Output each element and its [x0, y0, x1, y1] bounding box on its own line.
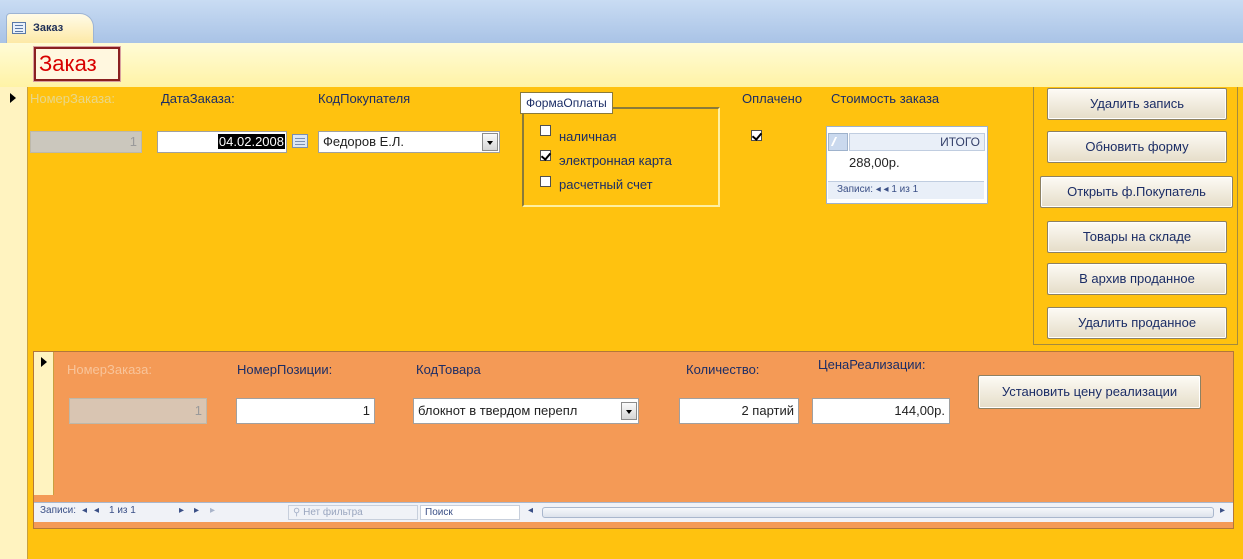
payment-account-label: расчетный счет — [559, 177, 653, 192]
delete-sold-button[interactable]: Удалить проданное — [1047, 307, 1227, 339]
order-date-label: ДатаЗаказа: — [161, 91, 235, 106]
refresh-form-button[interactable]: Обновить форму — [1047, 131, 1227, 163]
paid-label: Оплачено — [742, 91, 803, 106]
archive-sold-button[interactable]: В архив проданное — [1047, 263, 1227, 295]
chevron-down-icon[interactable] — [482, 133, 498, 151]
total-value: 288,00р. — [849, 155, 900, 170]
sale-price-label: ЦенаРеализации: — [818, 357, 926, 372]
product-combobox[interactable]: блокнот в твердом перепл — [413, 398, 639, 424]
payment-cash-label: наличная — [559, 129, 617, 144]
previous-record-button[interactable]: ◂ — [94, 505, 99, 516]
product-value: блокнот в твердом перепл — [418, 403, 578, 418]
horizontal-scrollbar[interactable]: ◂ ▸ — [526, 505, 1231, 520]
delete-record-button[interactable]: Удалить запись — [1047, 88, 1227, 120]
form-title: Заказ — [33, 46, 121, 82]
first-record-button[interactable]: ◂ — [82, 505, 87, 516]
payment-card-label: электронная карта — [559, 153, 672, 168]
last-record-button[interactable]: ▸ — [194, 505, 199, 516]
paid-checkbox[interactable] — [751, 130, 762, 141]
document-tab-strip — [0, 0, 1243, 43]
warehouse-goods-button[interactable]: Товары на складе — [1047, 221, 1227, 253]
form-icon — [12, 22, 26, 34]
open-customer-form-button[interactable]: Открыть ф.Покупатель — [1040, 176, 1233, 208]
payment-form-label: ФормаОплаты — [520, 92, 613, 114]
customer-combobox[interactable]: Федоров Е.Л. — [318, 131, 500, 153]
filter-icon: ⚲ — [293, 507, 304, 518]
records-label: Записи: — [40, 505, 76, 516]
subform-record-selector[interactable] — [828, 133, 848, 151]
sale-price-field[interactable]: 144,00р. — [812, 398, 950, 424]
product-code-label: КодТовара — [416, 362, 481, 377]
order-number-label: НомерЗаказа: — [30, 91, 115, 106]
customer-value: Федоров Е.Л. — [323, 134, 405, 149]
sub-order-number-label: НомерЗаказа: — [67, 362, 152, 377]
quantity-field[interactable]: 2 партий — [679, 398, 799, 424]
set-sale-price-button[interactable]: Установить цену реализации — [978, 375, 1201, 409]
filter-label: Нет фильтра — [303, 507, 363, 518]
calendar-icon[interactable] — [292, 134, 308, 148]
customer-code-label: КодПокупателя — [318, 91, 411, 106]
order-date-value: 04.02.2008 — [217, 134, 285, 149]
payment-cash-checkbox[interactable] — [540, 125, 551, 136]
scrollbar-thumb[interactable] — [542, 507, 1214, 518]
chevron-down-icon[interactable] — [621, 402, 637, 420]
record-position[interactable]: 1 из 1 — [109, 505, 136, 516]
filter-indicator[interactable]: ⚲ Нет фильтра — [288, 505, 418, 520]
total-column-header: ИТОГО — [849, 133, 985, 151]
scroll-left-icon[interactable]: ◂ — [528, 505, 533, 516]
order-cost-label: Стоимость заказа — [831, 91, 940, 106]
tab-order-form[interactable]: Заказ — [6, 13, 94, 43]
next-record-button[interactable]: ▸ — [179, 505, 184, 516]
scroll-right-icon[interactable]: ▸ — [1220, 505, 1225, 516]
subform-navigation-bar: Записи: ◂ ◂ 1 из 1 ▸ ▸ ▸ ⚲ Нет фильтра П… — [34, 502, 1233, 522]
subform-record-selector[interactable] — [34, 352, 54, 495]
total-subform-navigation[interactable]: Записи: ◂ ◂ 1 из 1 — [828, 181, 984, 199]
order-number-field: 1 — [30, 131, 142, 153]
position-number-label: НомерПозиции: — [237, 362, 333, 377]
tab-label: Заказ — [33, 22, 64, 34]
current-record-arrow-icon — [10, 93, 16, 103]
quantity-label: Количество: — [686, 362, 760, 377]
payment-account-checkbox[interactable] — [540, 176, 551, 187]
sub-order-number-field: 1 — [69, 398, 207, 424]
payment-card-checkbox[interactable] — [540, 150, 551, 161]
order-date-field[interactable]: 04.02.2008 — [157, 131, 287, 153]
new-record-button[interactable]: ▸ — [210, 505, 215, 516]
record-selector[interactable] — [0, 87, 28, 559]
search-input[interactable]: Поиск — [420, 505, 520, 520]
current-record-arrow-icon — [41, 357, 47, 367]
position-number-field[interactable]: 1 — [236, 398, 375, 424]
form-header: Заказ — [0, 43, 1243, 87]
